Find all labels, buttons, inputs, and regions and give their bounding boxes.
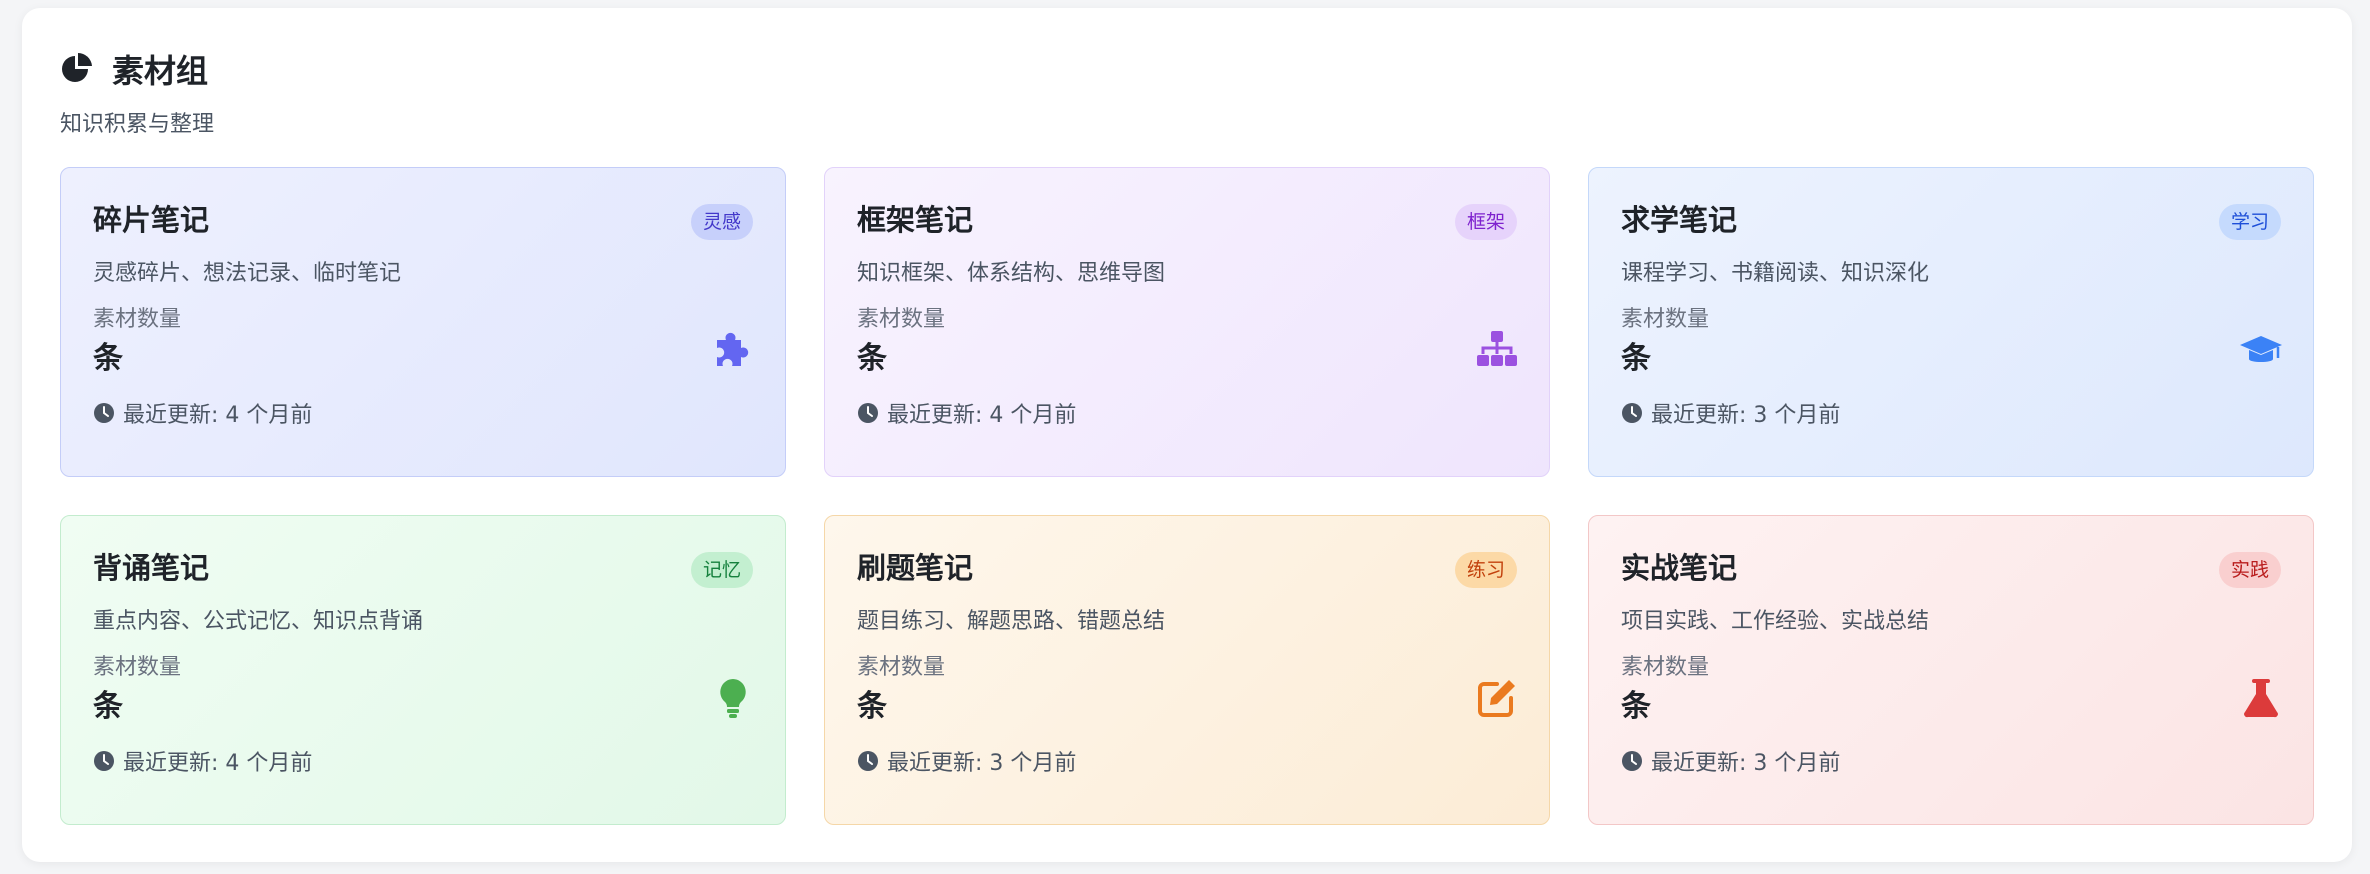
card-title: 求学笔记: [1621, 203, 1738, 237]
card-title: 背诵笔记: [93, 551, 210, 585]
last-updated: 最近更新: 4 个月前: [857, 397, 1517, 429]
card-tag: 练习: [1454, 552, 1517, 588]
card-tag: 实践: [2218, 552, 2281, 588]
last-updated-text: 最近更新: 3 个月前: [1651, 403, 1841, 428]
card-framework-notes[interactable]: 框架笔记 框架 知识框架、体系结构、思维导图 素材数量 条 最近更新: 4 个月…: [824, 167, 1550, 477]
material-group-panel: 素材组 知识积累与整理 碎片笔记 灵感 灵感碎片、想法记录、临时笔记 素材数量 …: [22, 8, 2352, 862]
card-practice-notes[interactable]: 刷题笔记 练习 题目练习、解题思路、错题总结 素材数量 条 最近更新: 3 个月…: [824, 515, 1550, 825]
graduation-cap-icon: [2239, 328, 2283, 372]
clock-icon: [858, 751, 878, 771]
card-description: 课程学习、书籍阅读、知识深化: [1621, 261, 1930, 286]
flask-icon: [2239, 676, 2283, 720]
page-title: 素材组: [112, 52, 209, 90]
card-description: 题目练习、解题思路、错题总结: [857, 609, 1166, 634]
page-subtitle: 知识积累与整理: [60, 112, 215, 137]
clock-icon: [94, 751, 114, 771]
count-unit: 条: [1621, 341, 1651, 376]
last-updated: 最近更新: 3 个月前: [1621, 397, 2281, 429]
count-unit: 条: [1621, 689, 1651, 724]
card-title: 实战笔记: [1621, 551, 1738, 585]
header: 素材组 知识积累与整理: [60, 46, 214, 138]
last-updated-text: 最近更新: 4 个月前: [123, 751, 313, 776]
count-unit: 条: [93, 341, 123, 376]
count-label: 素材数量: [1621, 655, 1710, 680]
card-grid: 碎片笔记 灵感 灵感碎片、想法记录、临时笔记 素材数量 条 最近更新: 4 个月…: [60, 167, 2314, 825]
card-description: 灵感碎片、想法记录、临时笔记: [93, 261, 402, 286]
card-title: 框架笔记: [857, 203, 974, 237]
title-row: 素材组: [60, 46, 214, 92]
last-updated-text: 最近更新: 3 个月前: [1651, 751, 1841, 776]
count-label: 素材数量: [857, 655, 946, 680]
count-unit: 条: [857, 341, 887, 376]
clock-icon: [858, 403, 878, 423]
count-unit: 条: [857, 689, 887, 724]
card-description: 重点内容、公式记忆、知识点背诵: [93, 609, 424, 634]
pie-chart-icon: [62, 52, 92, 82]
lightbulb-icon: [711, 676, 755, 720]
count-label: 素材数量: [93, 655, 182, 680]
count-unit: 条: [93, 689, 123, 724]
card-hands-on-notes[interactable]: 实战笔记 实践 项目实践、工作经验、实战总结 素材数量 条 最近更新: 3 个月…: [1588, 515, 2314, 825]
clock-icon: [1622, 751, 1642, 771]
card-recitation-notes[interactable]: 背诵笔记 记忆 重点内容、公式记忆、知识点背诵 素材数量 条 最近更新: 4 个…: [60, 515, 786, 825]
card-tag: 学习: [2218, 204, 2281, 240]
count-label: 素材数量: [857, 307, 946, 332]
count-label: 素材数量: [93, 307, 182, 332]
card-tag: 记忆: [690, 552, 753, 588]
card-description: 项目实践、工作经验、实战总结: [1621, 609, 1930, 634]
sitemap-icon: [1475, 328, 1519, 372]
edit-icon: [1475, 676, 1519, 720]
last-updated-text: 最近更新: 4 个月前: [123, 403, 313, 428]
card-title: 刷题笔记: [857, 551, 974, 585]
last-updated-text: 最近更新: 3 个月前: [887, 751, 1077, 776]
card-description: 知识框架、体系结构、思维导图: [857, 261, 1166, 286]
clock-icon: [94, 403, 114, 423]
puzzle-icon: [711, 328, 755, 372]
card-title: 碎片笔记: [93, 203, 210, 237]
last-updated: 最近更新: 3 个月前: [857, 745, 1517, 777]
last-updated: 最近更新: 4 个月前: [93, 397, 753, 429]
last-updated: 最近更新: 4 个月前: [93, 745, 753, 777]
last-updated-text: 最近更新: 4 个月前: [887, 403, 1077, 428]
last-updated: 最近更新: 3 个月前: [1621, 745, 2281, 777]
card-fragment-notes[interactable]: 碎片笔记 灵感 灵感碎片、想法记录、临时笔记 素材数量 条 最近更新: 4 个月…: [60, 167, 786, 477]
card-tag: 灵感: [690, 204, 753, 240]
count-label: 素材数量: [1621, 307, 1710, 332]
card-tag: 框架: [1454, 204, 1517, 240]
card-study-notes[interactable]: 求学笔记 学习 课程学习、书籍阅读、知识深化 素材数量 条 最近更新: 3 个月…: [1588, 167, 2314, 477]
clock-icon: [1622, 403, 1642, 423]
